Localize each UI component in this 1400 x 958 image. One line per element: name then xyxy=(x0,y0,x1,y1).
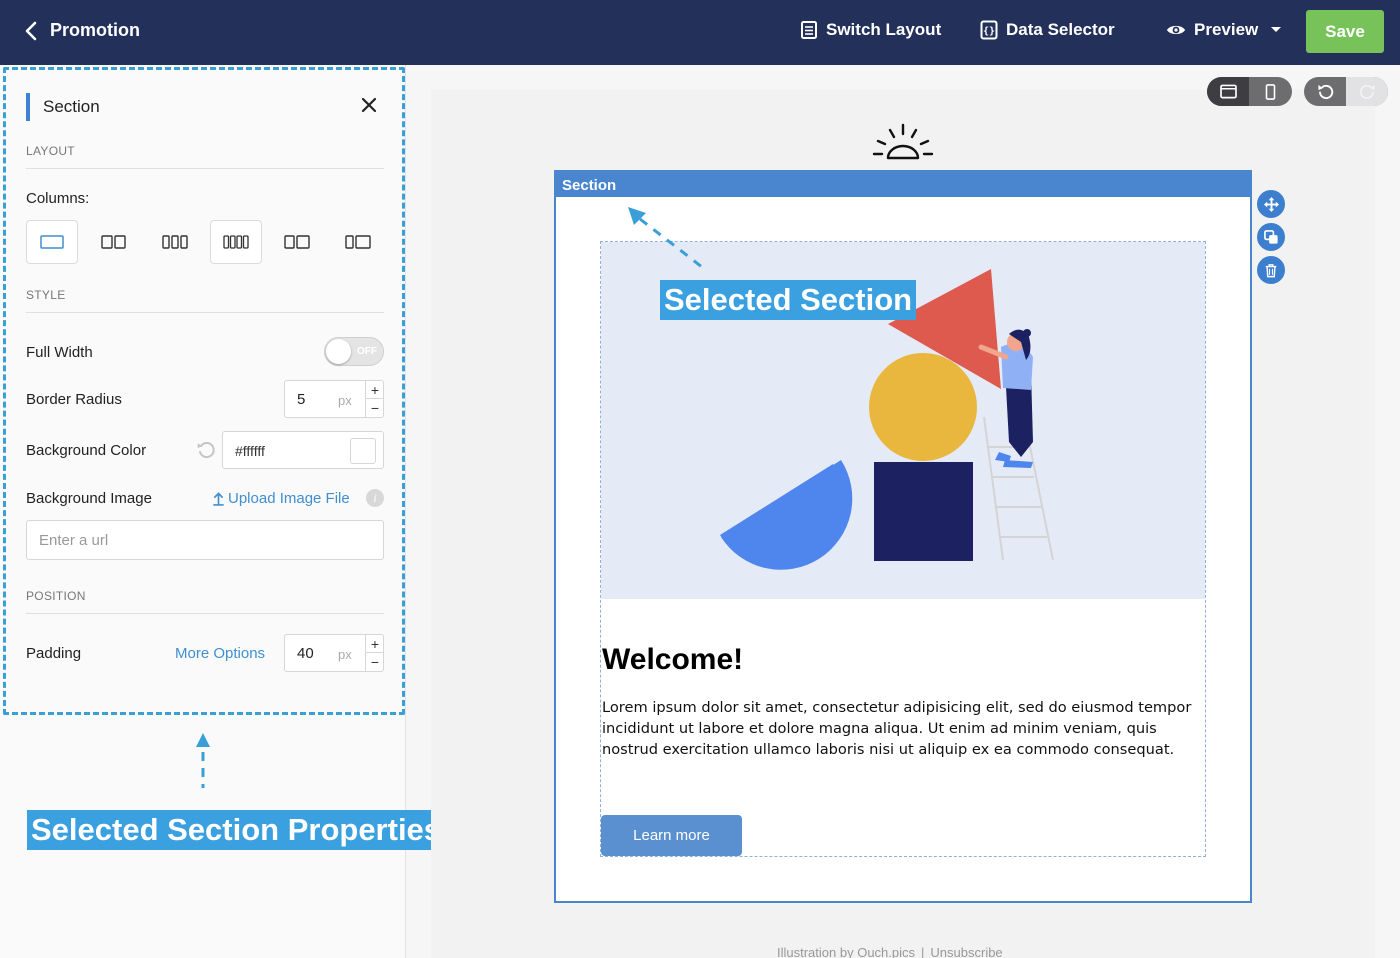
footer-credit: Illustration by Ouch.pics xyxy=(777,945,916,958)
one-column-icon xyxy=(40,235,64,249)
undo-icon xyxy=(1317,84,1333,100)
email-heading: Welcome! xyxy=(602,643,744,676)
upload-icon xyxy=(213,492,224,506)
four-column-icon xyxy=(223,235,249,249)
back-label: Promotion xyxy=(50,20,140,40)
properties-callout: Selected Section Properties xyxy=(27,810,446,850)
mobile-view-button[interactable] xyxy=(1249,77,1291,106)
upload-label: Upload Image File xyxy=(228,490,350,507)
email-footer: Illustration by Ouch.pics | Unsubscribe xyxy=(777,945,1003,958)
learn-more-button[interactable]: Learn more xyxy=(601,815,742,856)
sunrise-logo-icon xyxy=(872,123,934,160)
footer-separator: | xyxy=(921,945,925,958)
trash-icon xyxy=(1265,263,1277,277)
move-icon xyxy=(1263,196,1279,212)
padding-value: 40 xyxy=(297,645,314,662)
increment-button[interactable]: + xyxy=(365,381,384,399)
column-option-2[interactable] xyxy=(88,220,140,264)
padding-label: Padding xyxy=(26,645,82,662)
redo-button[interactable] xyxy=(1346,77,1388,106)
decrement-button[interactable]: − xyxy=(365,399,384,417)
data-selector-icon: {} xyxy=(980,20,998,40)
divider xyxy=(26,312,384,313)
caret-down-icon xyxy=(1271,27,1282,32)
background-color-input[interactable]: #ffffff xyxy=(222,431,384,469)
full-width-label: Full Width xyxy=(26,344,93,361)
data-selector-label: Data Selector xyxy=(1006,20,1115,39)
annotation-arrow-diagonal xyxy=(628,207,703,269)
email-body-text: Lorem ipsum dolor sit amet, consectetur … xyxy=(602,699,1192,758)
columns-label: Columns: xyxy=(26,190,90,207)
background-color-value: #ffffff xyxy=(235,443,265,459)
duplicate-icon xyxy=(1263,229,1278,244)
history-controls xyxy=(1304,77,1388,106)
image-url-input[interactable] xyxy=(26,520,384,560)
layout-group-label: LAYOUT xyxy=(26,144,75,158)
background-color-label: Background Color xyxy=(26,442,147,459)
layout-icon xyxy=(801,21,817,39)
style-group-label: STYLE xyxy=(26,288,66,302)
panel-title: Section xyxy=(43,97,100,116)
desktop-icon xyxy=(1219,84,1237,99)
divider xyxy=(26,613,384,614)
upload-image-link[interactable]: Upload Image File xyxy=(213,490,350,507)
eye-icon xyxy=(1167,25,1185,35)
panel-accent-bar xyxy=(26,93,30,121)
delete-section-button[interactable] xyxy=(1257,256,1285,284)
switch-layout-label: Switch Layout xyxy=(826,20,942,39)
border-radius-unit: px xyxy=(338,393,352,408)
preview-dropdown[interactable]: Preview xyxy=(1166,20,1282,40)
switch-layout-button[interactable]: Switch Layout xyxy=(800,20,941,40)
border-radius-value: 5 xyxy=(297,391,306,408)
border-radius-stepper[interactable]: 5 px + − xyxy=(284,380,384,418)
divider xyxy=(26,168,384,169)
column-option-3[interactable] xyxy=(149,220,201,264)
annotation-arrow-up xyxy=(196,733,210,788)
column-option-1[interactable] xyxy=(26,220,78,264)
redo-icon xyxy=(1359,84,1375,100)
column-option-1-2[interactable] xyxy=(271,220,323,264)
reset-color-icon[interactable] xyxy=(196,440,216,460)
padding-unit: px xyxy=(338,647,352,662)
duplicate-section-button[interactable] xyxy=(1257,223,1285,251)
color-swatch[interactable] xyxy=(350,438,376,464)
view-toggle xyxy=(1207,77,1292,106)
section-callout: Selected Section xyxy=(660,280,917,320)
desktop-view-button[interactable] xyxy=(1207,77,1249,106)
toggle-knob xyxy=(326,339,351,364)
section-toolbar xyxy=(1257,190,1285,284)
top-bar: Promotion Switch Layout {} Data Selector… xyxy=(0,0,1400,65)
background-image-label: Background Image xyxy=(26,490,152,507)
preview-label: Preview xyxy=(1194,20,1259,39)
data-selector-button[interactable]: {} Data Selector xyxy=(980,20,1115,40)
full-width-toggle[interactable]: OFF xyxy=(324,337,384,366)
more-options-link[interactable]: More Options xyxy=(175,645,265,662)
move-section-button[interactable] xyxy=(1257,190,1285,218)
three-column-icon xyxy=(162,235,188,249)
unsubscribe-link[interactable]: Unsubscribe xyxy=(930,945,1002,958)
chevron-left-icon xyxy=(25,21,37,40)
padding-stepper[interactable]: 40 px + − xyxy=(284,634,384,672)
undo-button[interactable] xyxy=(1304,77,1346,106)
svg-text:{}: {} xyxy=(983,26,995,37)
position-group-label: POSITION xyxy=(26,589,86,603)
increment-button[interactable]: + xyxy=(365,635,384,653)
back-button[interactable]: Promotion xyxy=(24,20,140,41)
decrement-button[interactable]: − xyxy=(365,653,384,671)
border-radius-label: Border Radius xyxy=(26,391,122,408)
column-option-4[interactable] xyxy=(210,220,262,264)
info-icon[interactable]: i xyxy=(366,489,384,507)
section-label-bar: Section xyxy=(556,172,1250,197)
save-button[interactable]: Save xyxy=(1306,10,1384,53)
mobile-icon xyxy=(1265,83,1275,100)
wide-narrow-column-icon xyxy=(345,235,371,249)
two-column-icon xyxy=(101,235,126,249)
section-properties-panel: Section LAYOUT Columns: STYLE Full Width… xyxy=(3,67,405,715)
narrow-wide-column-icon xyxy=(284,235,310,249)
column-option-2-1[interactable] xyxy=(332,220,384,264)
close-icon[interactable] xyxy=(361,97,377,113)
toggle-state: OFF xyxy=(357,346,377,357)
